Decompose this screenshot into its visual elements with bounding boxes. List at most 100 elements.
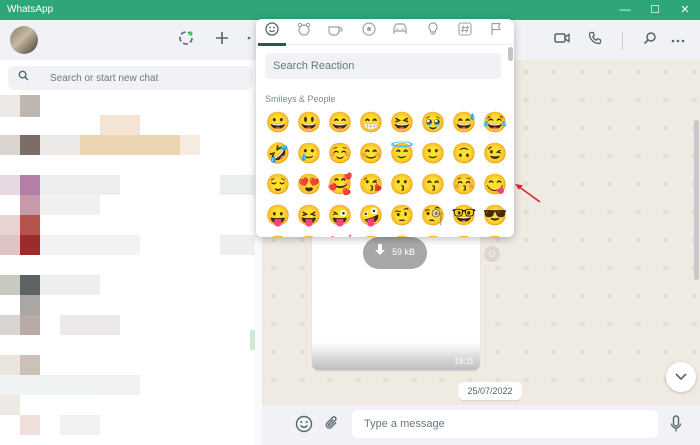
smileys-category-icon[interactable] bbox=[260, 22, 284, 42]
emoji-option[interactable]: ☺️ bbox=[327, 141, 353, 167]
list-item[interactable] bbox=[220, 235, 255, 255]
attach-icon[interactable] bbox=[322, 415, 342, 435]
list-item[interactable] bbox=[100, 115, 140, 135]
emoji-option[interactable]: 😋 bbox=[482, 172, 508, 198]
emoji-option[interactable]: 🙃 bbox=[451, 141, 477, 167]
emoji-option[interactable]: 🤪 bbox=[358, 203, 384, 229]
list-item[interactable] bbox=[20, 175, 40, 195]
list-item[interactable] bbox=[0, 235, 20, 255]
add-reaction-icon[interactable]: ☺ bbox=[484, 246, 500, 262]
emoji-option[interactable]: 😍 bbox=[296, 172, 322, 198]
emoji-option[interactable]: 😄 bbox=[327, 110, 353, 136]
emoji-option[interactable]: 😙 bbox=[420, 172, 446, 198]
emoji-icon[interactable] bbox=[294, 415, 314, 435]
menu-icon[interactable] bbox=[668, 31, 688, 51]
search-input[interactable] bbox=[50, 69, 240, 87]
list-item[interactable] bbox=[0, 355, 20, 375]
list-item[interactable] bbox=[60, 415, 100, 435]
list-item[interactable] bbox=[40, 135, 80, 155]
emoji-option[interactable]: 😜 bbox=[327, 203, 353, 229]
emoji-option[interactable]: 🥸 bbox=[265, 234, 291, 237]
list-item[interactable] bbox=[100, 375, 140, 395]
avatar[interactable] bbox=[10, 26, 38, 54]
emoji-option[interactable]: 😀 bbox=[265, 110, 291, 136]
close-button[interactable]: ✕ bbox=[670, 0, 700, 20]
emoji-option[interactable]: 😏 bbox=[358, 234, 384, 237]
list-item[interactable] bbox=[0, 175, 20, 195]
new-chat-icon[interactable] bbox=[212, 30, 232, 50]
emoji-option[interactable]: 🙂 bbox=[420, 141, 446, 167]
list-item[interactable] bbox=[80, 135, 180, 155]
emoji-option[interactable]: 😎 bbox=[482, 203, 508, 229]
emoji-option[interactable]: 🥹 bbox=[420, 110, 446, 136]
flags-category-icon[interactable] bbox=[484, 22, 508, 42]
list-item[interactable] bbox=[40, 195, 100, 215]
emoji-option[interactable]: 🤨 bbox=[389, 203, 415, 229]
list-item[interactable] bbox=[40, 175, 120, 195]
list-item[interactable] bbox=[20, 275, 40, 295]
list-item[interactable] bbox=[20, 415, 40, 435]
list-item[interactable] bbox=[180, 135, 200, 155]
emoji-option[interactable]: 😗 bbox=[389, 172, 415, 198]
emoji-option[interactable]: 😝 bbox=[296, 203, 322, 229]
scroll-to-bottom-button[interactable] bbox=[666, 362, 696, 392]
animals-category-icon[interactable] bbox=[292, 22, 316, 42]
picker-scrollbar[interactable] bbox=[507, 45, 514, 237]
travel-category-icon[interactable] bbox=[388, 22, 412, 42]
emoji-option[interactable]: 😛 bbox=[265, 203, 291, 229]
emoji-option[interactable]: 🥳 bbox=[327, 234, 353, 237]
list-item[interactable] bbox=[0, 375, 100, 395]
search-icon[interactable] bbox=[640, 31, 660, 51]
activity-category-icon[interactable] bbox=[357, 22, 381, 42]
list-item[interactable] bbox=[0, 275, 20, 295]
emoji-option[interactable]: 😚 bbox=[451, 172, 477, 198]
emoji-option[interactable]: 😊 bbox=[358, 141, 384, 167]
emoji-option[interactable]: 🤣 bbox=[265, 141, 291, 167]
emoji-option[interactable]: 😉 bbox=[482, 141, 508, 167]
list-item[interactable] bbox=[0, 395, 20, 415]
menu-icon[interactable] bbox=[246, 30, 256, 50]
search-bar[interactable] bbox=[8, 66, 253, 90]
list-item[interactable] bbox=[0, 135, 20, 155]
message-input[interactable] bbox=[352, 410, 658, 438]
list-item[interactable] bbox=[20, 295, 40, 315]
emoji-option[interactable]: 🤓 bbox=[451, 203, 477, 229]
emoji-option[interactable]: 🤩 bbox=[296, 234, 322, 237]
emoji-option[interactable]: 😅 bbox=[451, 110, 477, 136]
list-item[interactable] bbox=[60, 315, 120, 335]
objects-category-icon[interactable] bbox=[421, 22, 445, 42]
video-call-icon[interactable] bbox=[552, 31, 572, 51]
download-button[interactable]: 59 kB bbox=[363, 237, 427, 269]
list-item[interactable] bbox=[20, 95, 40, 117]
list-item[interactable] bbox=[20, 355, 40, 375]
list-item[interactable] bbox=[0, 215, 20, 235]
maximize-button[interactable]: ☐ bbox=[640, 0, 670, 20]
conversation-scrollbar[interactable] bbox=[693, 60, 700, 405]
list-item[interactable] bbox=[20, 235, 40, 255]
emoji-option[interactable]: 😆 bbox=[389, 110, 415, 136]
list-item[interactable] bbox=[20, 195, 40, 215]
emoji-option[interactable]: 😌 bbox=[265, 172, 291, 198]
voice-call-icon[interactable] bbox=[585, 31, 605, 51]
emoji-option[interactable]: 😟 bbox=[482, 234, 508, 237]
emoji-option[interactable]: 😔 bbox=[451, 234, 477, 237]
emoji-option[interactable]: 🥲 bbox=[296, 141, 322, 167]
status-icon[interactable] bbox=[176, 30, 196, 50]
list-item[interactable] bbox=[40, 275, 100, 295]
emoji-option[interactable]: 😒 bbox=[389, 234, 415, 237]
food-category-icon[interactable] bbox=[323, 22, 347, 42]
list-item[interactable] bbox=[220, 175, 255, 195]
symbols-category-icon[interactable] bbox=[453, 22, 477, 42]
emoji-option[interactable]: 😁 bbox=[358, 110, 384, 136]
list-item[interactable] bbox=[20, 215, 40, 235]
list-item[interactable] bbox=[0, 315, 20, 335]
emoji-option[interactable]: 🥰 bbox=[327, 172, 353, 198]
emoji-option[interactable]: 😂 bbox=[482, 110, 508, 136]
list-item[interactable] bbox=[20, 315, 40, 335]
reaction-search-input[interactable] bbox=[265, 53, 501, 79]
emoji-option[interactable]: 🧐 bbox=[420, 203, 446, 229]
list-item[interactable] bbox=[20, 135, 40, 155]
list-item[interactable] bbox=[0, 95, 20, 117]
emoji-option[interactable]: 😃 bbox=[296, 110, 322, 136]
emoji-option[interactable]: 😞 bbox=[420, 234, 446, 237]
